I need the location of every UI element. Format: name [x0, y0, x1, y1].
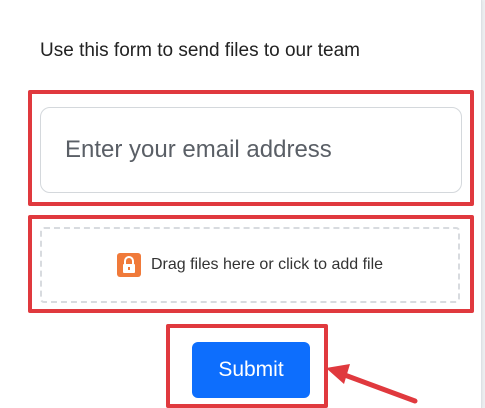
submit-button[interactable]: Submit [192, 342, 310, 398]
email-field[interactable] [40, 107, 462, 193]
form-intro-text: Use this form to send files to our team [40, 40, 360, 61]
file-dropzone[interactable]: Drag files here or click to add file [40, 227, 460, 303]
upload-form-card: Use this form to send files to our team … [0, 0, 482, 408]
lock-icon [116, 253, 141, 277]
arrow-annotation-icon [326, 364, 418, 404]
dropzone-label: Drag files here or click to add file [150, 256, 384, 273]
